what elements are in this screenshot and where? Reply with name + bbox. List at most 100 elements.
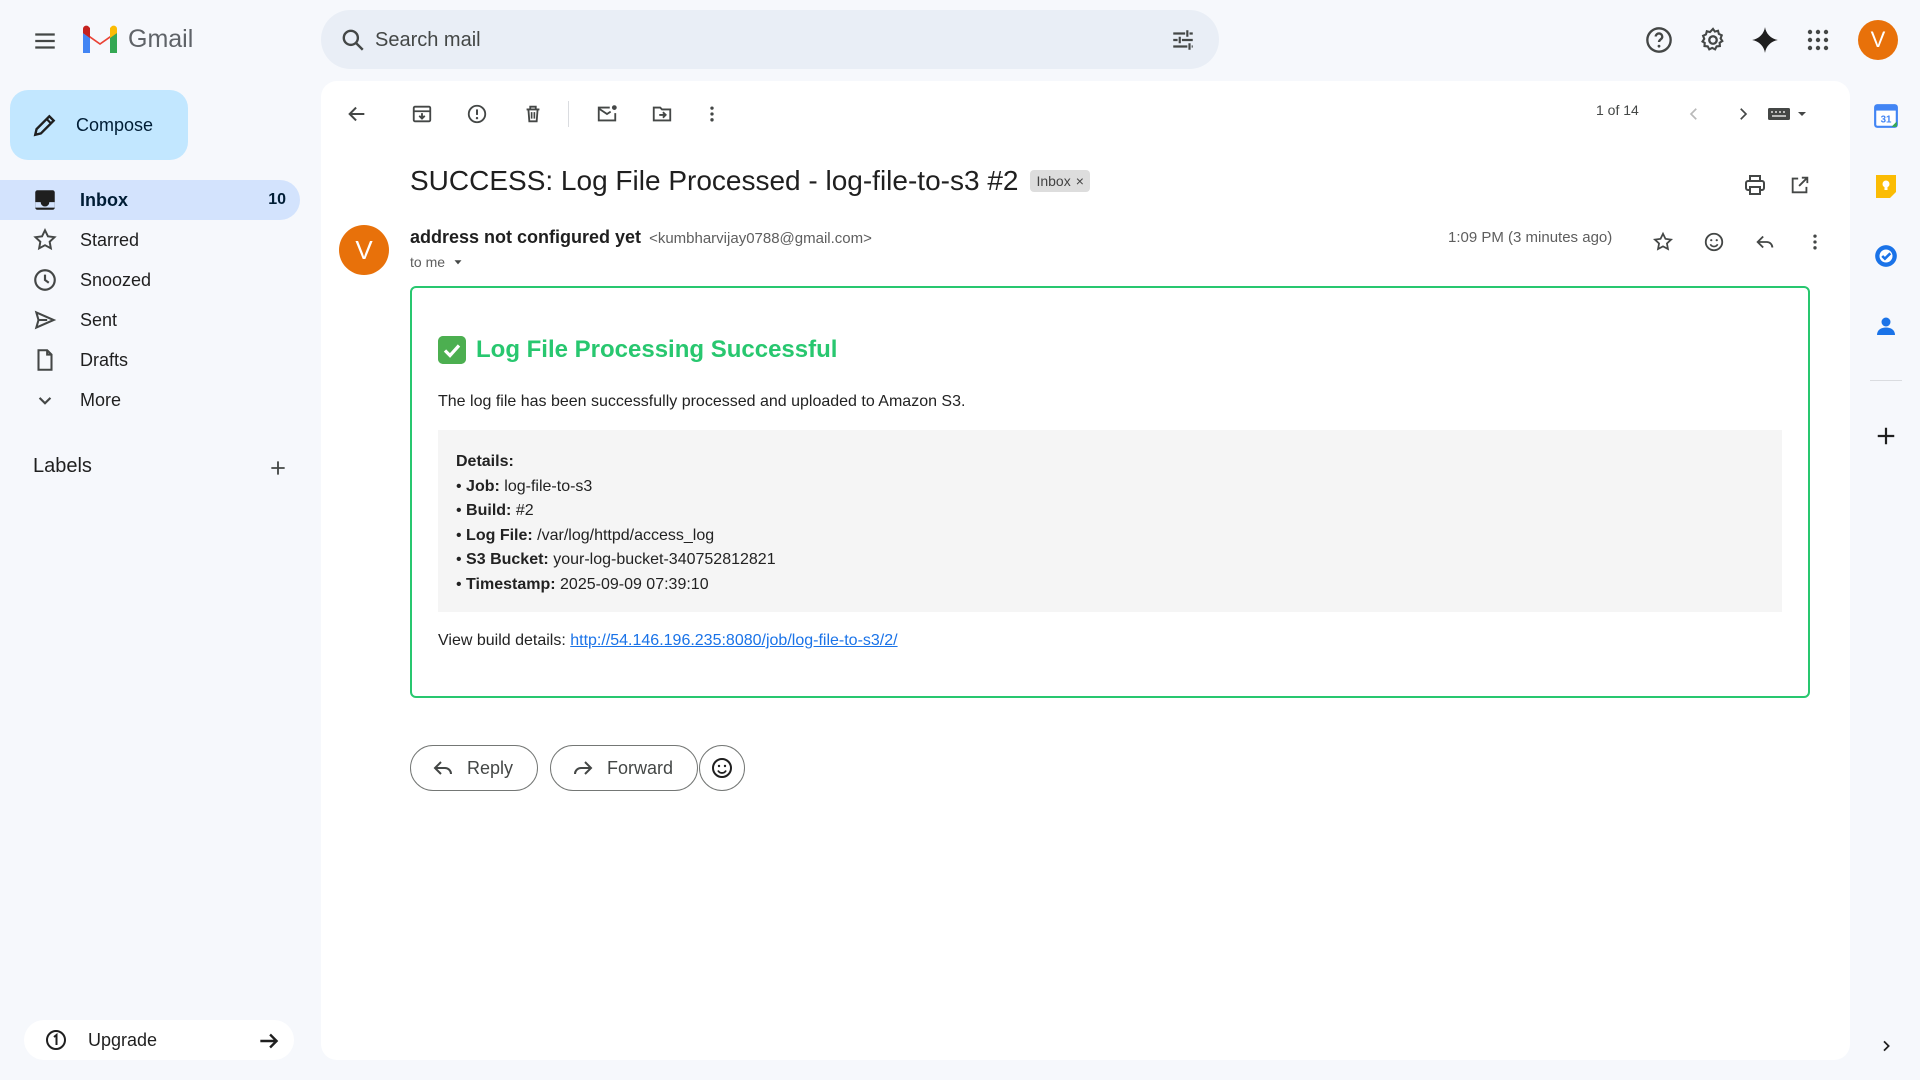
report-spam-button[interactable] bbox=[458, 95, 496, 133]
build-details-link[interactable]: http://54.146.196.235:8080/job/log-file-… bbox=[570, 632, 897, 649]
emoji-reaction-button[interactable] bbox=[699, 745, 745, 791]
main-menu-button[interactable] bbox=[24, 20, 66, 62]
report-spam-icon bbox=[467, 104, 487, 124]
email-body-card: Log File Processing Successful The log f… bbox=[410, 286, 1810, 698]
draft-icon bbox=[37, 349, 53, 371]
show-side-panel-button[interactable] bbox=[1870, 1030, 1902, 1062]
sidebar-item-label: Sent bbox=[80, 309, 118, 330]
get-add-ons-button[interactable] bbox=[1870, 420, 1902, 452]
reply-icon bbox=[433, 761, 452, 775]
sidebar-item-sent[interactable]: Sent bbox=[0, 300, 300, 340]
settings-gear-icon[interactable] bbox=[1693, 20, 1733, 60]
build-details-line: View build details: http://54.146.196.23… bbox=[438, 632, 898, 650]
detail-value: log-file-to-s3 bbox=[504, 477, 593, 495]
open-in-new-icon bbox=[1791, 176, 1809, 194]
sender-line: address not configured yet <kumbharvijay… bbox=[410, 227, 872, 248]
sender-name[interactable]: address not configured yet bbox=[410, 227, 641, 247]
star-outline-icon bbox=[1652, 231, 1674, 251]
calendar-app-icon[interactable]: 31 bbox=[1870, 100, 1902, 132]
back-button[interactable] bbox=[338, 95, 376, 133]
sidebar-item-drafts[interactable]: Drafts bbox=[0, 340, 300, 380]
message-timestamp: 1:09 PM (3 minutes ago) bbox=[1448, 229, 1613, 246]
recipient-details-toggle[interactable]: to me bbox=[410, 254, 465, 270]
emoji-icon bbox=[1704, 232, 1724, 252]
print-icon bbox=[1745, 175, 1765, 195]
remove-label-icon[interactable]: × bbox=[1076, 173, 1084, 189]
arrow-right-icon bbox=[260, 1033, 279, 1049]
sidebar-item-more[interactable]: More bbox=[0, 380, 300, 420]
email-subject: SUCCESS: Log File Processed - log-file-t… bbox=[410, 165, 1019, 196]
sender-avatar[interactable]: V bbox=[339, 225, 389, 275]
chevron-left-icon bbox=[1689, 108, 1697, 120]
app-name: Gmail bbox=[128, 24, 194, 53]
gemini-sparkle-icon[interactable] bbox=[1745, 20, 1785, 60]
detail-value: 2025-09-09 07:39:10 bbox=[560, 575, 709, 593]
sidebar-item-inbox[interactable]: Inbox 10 bbox=[0, 180, 300, 220]
forward-button[interactable]: Forward bbox=[550, 745, 699, 791]
support-icon[interactable] bbox=[1639, 20, 1679, 60]
details-box: Details: • Job: log-file-to-s3 • Build: … bbox=[438, 430, 1782, 612]
gmail-logo[interactable]: Gmail bbox=[80, 24, 193, 54]
more-vert-icon bbox=[1813, 234, 1817, 250]
more-options-button[interactable] bbox=[693, 95, 731, 133]
detail-key: Log File: bbox=[466, 526, 533, 544]
search-icon[interactable] bbox=[335, 22, 371, 58]
sidebar-item-starred[interactable]: Starred bbox=[0, 220, 300, 260]
forward-label: Forward bbox=[607, 757, 674, 778]
email-body-title: Log File Processing Successful bbox=[438, 336, 837, 364]
move-to-button[interactable] bbox=[643, 95, 681, 133]
detail-item: • Timestamp: 2025-09-09 07:39:10 bbox=[456, 575, 709, 593]
detail-key: Timestamp: bbox=[466, 575, 556, 593]
archive-button[interactable] bbox=[403, 95, 441, 133]
upgrade-button[interactable]: Upgrade bbox=[24, 1020, 294, 1060]
older-button[interactable] bbox=[1724, 95, 1762, 133]
newer-button[interactable] bbox=[1675, 95, 1713, 133]
mark-unread-button[interactable] bbox=[588, 95, 626, 133]
message-view: 1 of 14 SUCCESS: Log File Processed - lo… bbox=[321, 81, 1850, 1060]
mark-unread-icon bbox=[597, 105, 617, 122]
plus-icon bbox=[271, 461, 285, 475]
account-avatar[interactable]: V bbox=[1858, 20, 1898, 60]
gmail-m-icon bbox=[83, 25, 117, 53]
inbox-label-chip[interactable]: Inbox × bbox=[1030, 170, 1090, 192]
detail-value: #2 bbox=[515, 502, 534, 519]
print-button[interactable] bbox=[1739, 169, 1771, 201]
reply-message-button[interactable] bbox=[1747, 224, 1783, 260]
search-options-icon[interactable] bbox=[1165, 22, 1201, 58]
caret-down-icon bbox=[454, 260, 462, 265]
sidebar-item-label: Inbox bbox=[80, 189, 128, 210]
chevron-right-icon bbox=[1740, 108, 1748, 120]
contacts-app-icon[interactable] bbox=[1870, 310, 1902, 342]
open-in-new-window-button[interactable] bbox=[1784, 169, 1816, 201]
details-heading: Details: bbox=[456, 453, 514, 470]
message-more-button[interactable] bbox=[1797, 224, 1833, 260]
arrow-back-icon bbox=[348, 106, 365, 122]
tasks-app-icon[interactable] bbox=[1870, 240, 1902, 272]
sidebar-item-snoozed[interactable]: Snoozed bbox=[0, 260, 300, 300]
detail-item: • Log File: /var/log/httpd/access_log bbox=[456, 526, 715, 544]
inbox-icon bbox=[35, 190, 55, 210]
search-bar[interactable] bbox=[321, 10, 1219, 69]
compose-button[interactable]: Compose bbox=[10, 90, 188, 160]
delete-button[interactable] bbox=[514, 95, 552, 133]
reply-icon bbox=[1756, 235, 1774, 249]
reply-button[interactable]: Reply bbox=[410, 745, 539, 791]
apps-grid-icon[interactable] bbox=[1798, 20, 1838, 60]
add-reaction-button[interactable] bbox=[1696, 224, 1732, 260]
star-message-button[interactable] bbox=[1645, 224, 1681, 260]
labels-heading: Labels bbox=[33, 455, 92, 477]
send-icon bbox=[34, 310, 57, 330]
pencil-icon bbox=[33, 114, 56, 137]
add-label-button[interactable] bbox=[264, 454, 292, 482]
detail-value: /var/log/httpd/access_log bbox=[537, 526, 715, 544]
upgrade-info-icon bbox=[46, 1030, 66, 1050]
detail-key: Job: bbox=[466, 477, 500, 495]
search-input[interactable] bbox=[375, 20, 1135, 60]
trash-icon bbox=[526, 105, 540, 123]
chevron-down-icon bbox=[38, 397, 52, 405]
compose-label: Compose bbox=[76, 114, 154, 135]
detail-value: your-log-bucket-340752812821 bbox=[553, 551, 776, 568]
input-tools-button[interactable] bbox=[1758, 95, 1818, 133]
upgrade-label: Upgrade bbox=[88, 1029, 158, 1050]
keep-app-icon[interactable] bbox=[1870, 170, 1902, 202]
